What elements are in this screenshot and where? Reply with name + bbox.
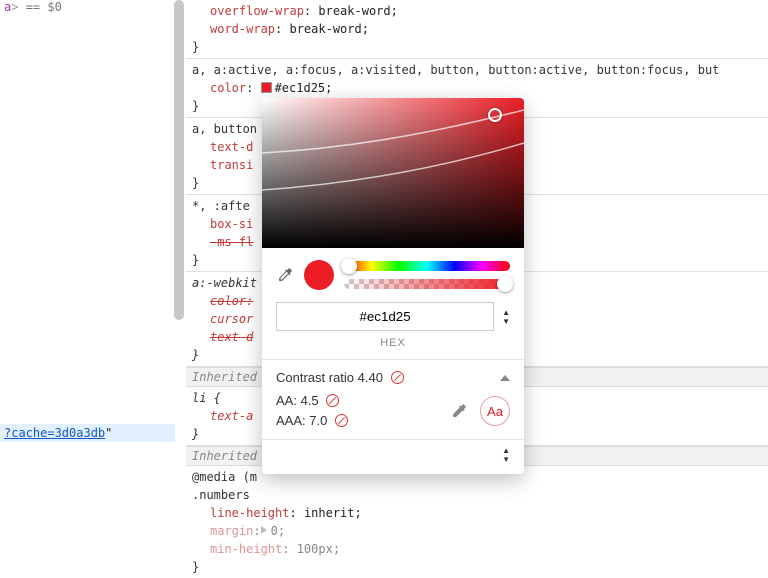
stepper-up-icon[interactable]: ▲ <box>502 446 510 455</box>
stepper-up-icon[interactable]: ▲ <box>502 308 510 317</box>
selected-element-closing: a> == $0 <box>0 0 175 14</box>
hue-slider[interactable] <box>344 261 510 271</box>
hue-thumb[interactable] <box>341 258 357 274</box>
sv-cursor[interactable] <box>488 108 502 122</box>
alpha-thumb[interactable] <box>497 276 513 292</box>
expand-triangle-icon[interactable] <box>261 526 267 534</box>
scrollbar-thumb[interactable] <box>174 0 184 320</box>
stepper-down-icon[interactable]: ▼ <box>502 317 510 326</box>
stepper-down-icon[interactable]: ▼ <box>502 455 510 464</box>
eyedropper-icon[interactable] <box>450 402 468 420</box>
chevron-up-icon[interactable] <box>500 375 510 381</box>
contrast-fail-icon <box>335 414 348 427</box>
css-rule[interactable]: @media (m .numbers line-height: inherit;… <box>186 466 768 578</box>
selected-element-row[interactable]: ?cache=3d0a3db" <box>0 424 175 442</box>
eyedropper-icon[interactable] <box>276 266 294 284</box>
current-color-swatch <box>304 260 334 290</box>
contrast-curve <box>262 98 524 248</box>
css-rule[interactable]: overflow-wrap: break-word; word-wrap: br… <box>186 0 768 59</box>
saturation-value-field[interactable] <box>262 98 524 248</box>
contrast-fail-icon <box>326 394 339 407</box>
color-picker-popover: ▲ ▼ HEX Contrast ratio 4.40 AA: 4.5 AAA:… <box>262 98 524 474</box>
color-value-input[interactable] <box>276 302 494 331</box>
contrast-fail-icon <box>391 371 404 384</box>
contrast-sample-swatch: Aa <box>480 396 510 426</box>
color-format-label[interactable]: HEX <box>262 335 524 359</box>
color-swatch[interactable] <box>261 82 272 93</box>
alpha-slider[interactable] <box>344 279 510 289</box>
elements-panel: ?cache=3d0a3db" a> == $0 <box>0 0 175 578</box>
contrast-section: Contrast ratio 4.40 AA: 4.5 AAA: 7.0 Aa <box>262 360 524 439</box>
element-attr-url: ?cache=3d0a3db <box>4 426 105 440</box>
